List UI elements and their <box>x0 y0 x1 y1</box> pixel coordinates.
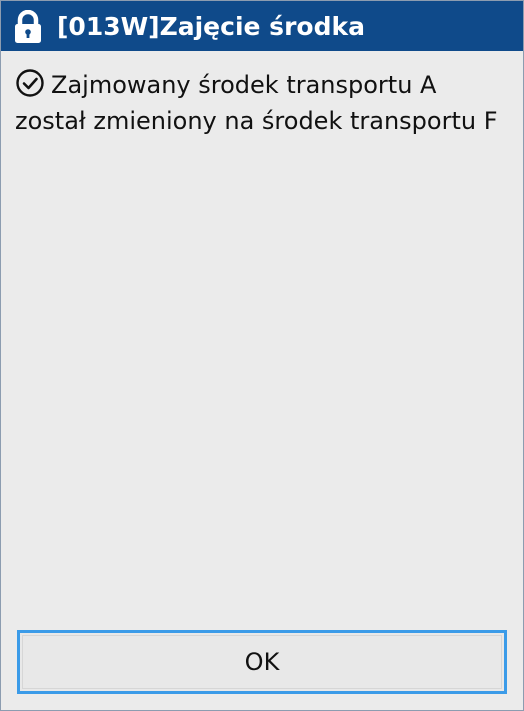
confirmation-dialog: [013W]Zajęcie środka Zajmowany środek tr… <box>0 0 524 711</box>
message-text: Zajmowany środek transportu A został zmi… <box>15 71 498 135</box>
title-bar: [013W]Zajęcie środka <box>1 1 523 51</box>
ok-button[interactable]: OK <box>17 630 507 694</box>
lock-icon <box>13 9 43 44</box>
ok-button-label: OK <box>244 648 280 676</box>
message-text-block: Zajmowany środek transportu A został zmi… <box>15 67 511 139</box>
dialog-title: [013W]Zajęcie środka <box>57 11 365 41</box>
check-circle-icon <box>15 68 45 98</box>
